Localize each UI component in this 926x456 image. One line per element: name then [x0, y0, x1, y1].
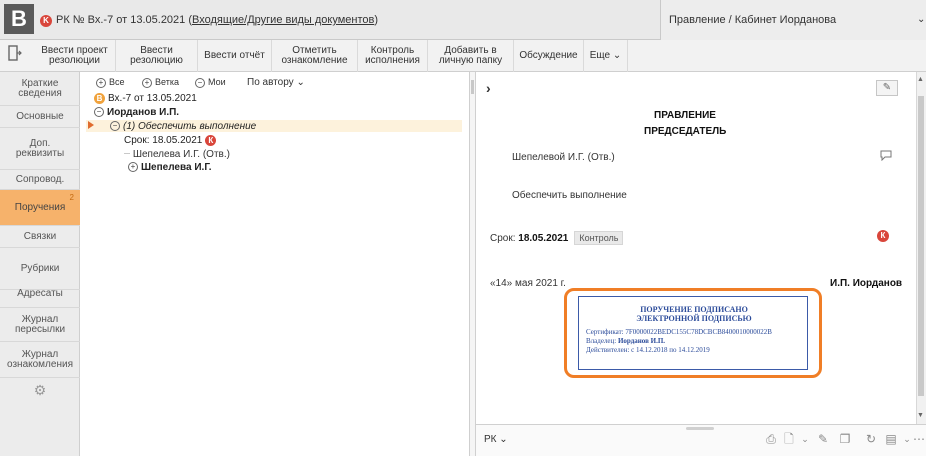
- splitter-grip[interactable]: [471, 80, 474, 94]
- control-k-icon: K: [40, 15, 52, 27]
- sidebar-item-label: Связки: [23, 230, 57, 242]
- tree-root[interactable]: В Вх.-7 от 13.05.2021: [94, 93, 197, 104]
- task-text: Обеспечить выполнение: [512, 190, 627, 201]
- tree-node-author[interactable]: − Иорданов И.П.: [94, 107, 179, 118]
- more-icon[interactable]: ⋯: [912, 431, 926, 447]
- tree-node-task[interactable]: − (1) Обеспечить выполнение: [110, 121, 256, 132]
- copy-icon[interactable]: ❐: [838, 431, 852, 447]
- control-tag: Контроль: [574, 231, 624, 245]
- sidebar-item-9[interactable]: Журнал пересылки: [0, 308, 80, 342]
- expand-icon: +: [128, 162, 138, 173]
- sidebar-item-label: Адресаты: [17, 287, 63, 299]
- deadline-line: Срок: 18.05.2021 Контроль: [490, 231, 624, 245]
- scroll-up-icon[interactable]: ▲: [917, 76, 924, 83]
- signer-name: И.П. Иорданов: [830, 278, 903, 289]
- toolbar-button-2[interactable]: Ввести резолюцию: [116, 40, 198, 72]
- edit-icon[interactable]: ✎: [876, 80, 898, 96]
- position-title: ПРЕДСЕДАТЕЛЬ: [644, 126, 727, 137]
- plus-icon: +: [96, 77, 106, 88]
- sidebar-item-label: Доп. реквизиты: [15, 137, 65, 159]
- sidebar-item-11[interactable]: ⚙: [0, 378, 80, 402]
- edit-doc-icon[interactable]: ✎: [816, 431, 830, 447]
- sidebar-item-8[interactable]: Адресаты: [0, 280, 80, 308]
- sidebar-item-1[interactable]: Краткие сведения: [0, 72, 80, 106]
- stamp-title-line2: ЭЛЕКТРОННОЙ ПОДПИСЬЮ: [636, 314, 752, 323]
- tree-node-deadline: Срок: 18.05.2021 К: [124, 135, 217, 146]
- collapse-icon: −: [110, 121, 120, 132]
- control-k-icon: К: [205, 135, 217, 146]
- filter-by-author[interactable]: По автору ⌄: [247, 77, 305, 88]
- toolbar-button-1[interactable]: Ввести проект резолюции: [34, 40, 116, 72]
- toolbar-button-8[interactable]: Еще ⌄: [584, 40, 628, 72]
- toolbar-button-7[interactable]: Обсуждение: [514, 40, 584, 72]
- settings-icon: ⚙: [33, 382, 47, 398]
- toolbar-button-5[interactable]: Контроль исполнения: [358, 40, 428, 72]
- title-bar: B K РК № Вх.-7 от 13.05.2021 (Входящие/Д…: [0, 0, 926, 40]
- count-badge: 2: [69, 193, 74, 202]
- sidebar-item-5[interactable]: Поручения 2: [0, 190, 80, 226]
- filter-branch[interactable]: + Ветка: [142, 77, 179, 88]
- refresh-icon[interactable]: ↻: [864, 431, 878, 447]
- stamp-certificate: Сертификат: 7F0000022BEDC155C78DCBCB8400…: [586, 328, 772, 336]
- sidebar-item-2[interactable]: Основные: [0, 106, 80, 128]
- stamp-owner: Владелец: Иорданов И.П.: [586, 337, 666, 345]
- expand-arrow-icon[interactable]: ›: [486, 80, 491, 96]
- filter-mine[interactable]: − Мои: [195, 77, 226, 88]
- incoming-doc-icon: В: [94, 93, 105, 104]
- stamp-title-line1: ПОРУЧЕНИЕ ПОДПИСАНО: [640, 305, 748, 314]
- toolbar-button-3[interactable]: Ввести отчёт: [198, 40, 272, 72]
- org-name: ПРАВЛЕНИЕ: [654, 110, 716, 121]
- sidebar-item-10[interactable]: Журнал ознакомления: [0, 342, 80, 378]
- document-date: «14» мая 2021 г.: [490, 278, 566, 289]
- exit-door-icon[interactable]: [4, 44, 24, 68]
- rk-dropdown[interactable]: РК ⌄: [484, 434, 508, 445]
- toolbar-button-6[interactable]: Добавить в личную папку: [428, 40, 514, 72]
- sidebar-item-4[interactable]: Сопровод.: [0, 170, 80, 190]
- document-title-prefix: РК № Вх.-7 от 13.05.2021 (: [56, 14, 193, 26]
- e-signature-stamp: ПОРУЧЕНИЕ ПОДПИСАНО ЭЛЕКТРОННОЙ ПОДПИСЬЮ…: [578, 296, 808, 370]
- sidebar-item-label: Поручения: [14, 201, 66, 213]
- document-icon[interactable]: ▤: [884, 431, 898, 447]
- toolbar-button-4[interactable]: Отметить ознакомление: [272, 40, 358, 72]
- current-row-marker-icon: [88, 121, 94, 129]
- addressee: Шепелевой И.Г. (Отв.): [512, 152, 615, 163]
- chevron-down-icon[interactable]: ⌄: [798, 431, 812, 447]
- tree-node-executor[interactable]: ┄ Шепелева И.Г. (Отв.): [124, 149, 230, 160]
- comment-icon[interactable]: [880, 150, 892, 164]
- print-icon[interactable]: ⎙: [764, 431, 778, 447]
- scrollbar-thumb[interactable]: [918, 96, 924, 396]
- sidebar-item-label: Журнал пересылки: [14, 313, 66, 335]
- sidebar-item-label: Основные: [16, 110, 64, 122]
- tree-node-sub-author[interactable]: + Шепелева И.Г.: [128, 162, 212, 173]
- document-title-suffix: ): [374, 14, 379, 26]
- control-k-icon: К: [877, 230, 889, 242]
- cabinet-label: Правление / Кабинет Иорданова: [669, 14, 837, 26]
- stamp-validity: Действителен: с 14.12.2018 по 14.12.2019: [586, 346, 710, 354]
- filter-all[interactable]: + Все: [96, 77, 125, 88]
- chevron-down-icon: ⌄: [917, 14, 926, 25]
- document-type-link[interactable]: Входящие/Другие виды документов: [192, 14, 374, 26]
- plus-icon: +: [142, 77, 152, 88]
- preview-bottom-bar: РК ⌄ ⎙ 🗋 ⌄ ✎ ❐ ↻ ▤ ⌄ ⋯: [476, 424, 926, 456]
- cabinet-selector[interactable]: Правление / Кабинет Иорданова ⌄: [660, 0, 926, 40]
- sidebar-item-label: Рубрики: [20, 262, 60, 274]
- document-title: РК № Вх.-7 от 13.05.2021 (Входящие/Други…: [56, 14, 378, 26]
- minus-icon: −: [195, 77, 205, 88]
- sidebar-item-6[interactable]: Связки: [0, 226, 80, 248]
- sidebar-item-label: Краткие сведения: [18, 77, 62, 99]
- sidebar-item-label: Сопровод.: [15, 173, 65, 185]
- resize-grip[interactable]: [686, 427, 714, 430]
- sidebar-item-3[interactable]: Доп. реквизиты: [0, 128, 80, 170]
- sidebar-item-label: Журнал ознакомления: [7, 348, 73, 370]
- new-file-icon[interactable]: 🗋: [782, 431, 796, 447]
- scroll-down-icon[interactable]: ▼: [917, 412, 924, 419]
- collapse-icon: −: [94, 107, 104, 118]
- app-logo: B: [4, 4, 34, 34]
